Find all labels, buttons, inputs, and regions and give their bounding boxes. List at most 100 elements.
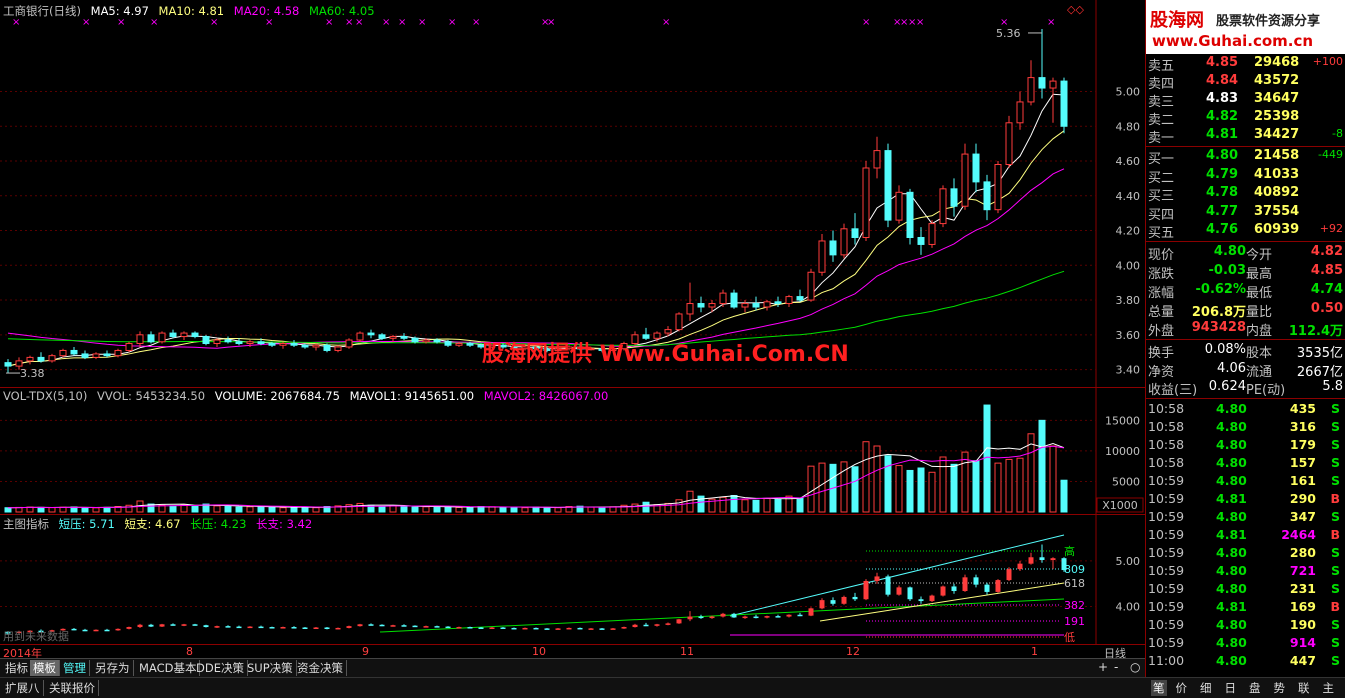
- volume-bar: [961, 451, 969, 513]
- candle: [1060, 80, 1068, 127]
- tab-related-quote[interactable]: 关联报价: [46, 680, 99, 696]
- vol-tick-label: 15000: [1105, 414, 1140, 427]
- candle: [147, 334, 155, 343]
- tick-row: 10:58 4.80 157 S: [1146, 455, 1345, 473]
- signal-marker: ×: [12, 17, 20, 28]
- signal-marker: ×: [1047, 17, 1055, 28]
- tick-row: 10:58 4.80 435 S: [1146, 401, 1345, 419]
- candle: [697, 303, 705, 308]
- tab-template[interactable]: 模板: [30, 660, 60, 676]
- tick-side: S: [1330, 473, 1340, 488]
- month-label: 9: [362, 645, 369, 658]
- fib-level-label: 191: [1064, 615, 1085, 628]
- month-label: 12: [846, 645, 860, 658]
- tick-volume: 447: [1289, 653, 1316, 668]
- date-axis: 2014年 8 9 10 11 12 1 日线: [0, 644, 1145, 660]
- right-tab[interactable]: 联: [1298, 680, 1310, 696]
- ind-candle: [478, 627, 484, 629]
- candle: [686, 303, 694, 315]
- month-label: 1: [1031, 645, 1038, 658]
- candle: [1027, 77, 1035, 103]
- volume-bar: [554, 507, 562, 513]
- buy-volume: 40892: [1254, 185, 1300, 200]
- volume-bar: [598, 507, 606, 513]
- ind-candle: [148, 624, 154, 627]
- ind-candle: [544, 628, 550, 630]
- tab-indicator[interactable]: 指标: [2, 660, 32, 676]
- fund-label: 收益(三): [1148, 383, 1198, 398]
- stat-label: 现价: [1148, 248, 1175, 263]
- right-tab[interactable]: 价: [1176, 680, 1188, 696]
- indicator-pane[interactable]: 主图指标 短压: 5.71 短支: 4.67 长压: 4.23 长支: 3.42…: [0, 514, 1145, 645]
- buy-row[interactable]: 买五 4.76 60939 +92: [1146, 222, 1345, 241]
- tick-row: 10:59 4.81 290 B: [1146, 491, 1345, 509]
- tick-volume: 280: [1289, 545, 1316, 560]
- tick-volume: 190: [1289, 617, 1316, 632]
- tick-row: 10:59 4.80 161 S: [1146, 473, 1345, 491]
- reset-button[interactable]: ○: [1130, 660, 1140, 674]
- y-tick-label: 3.60: [1116, 329, 1141, 342]
- volume-bar: [213, 505, 221, 513]
- candle: [37, 356, 45, 362]
- right-tab[interactable]: 细: [1200, 680, 1212, 696]
- tab-fund[interactable]: 资金决策: [294, 660, 347, 676]
- right-tab[interactable]: 势: [1274, 680, 1286, 696]
- right-tab[interactable]: 日: [1225, 680, 1237, 696]
- sell-row[interactable]: 卖五 4.85 29468 +100: [1146, 55, 1345, 74]
- candle: [1038, 77, 1046, 89]
- candle: [411, 337, 419, 343]
- tab-macd-basic[interactable]: MACD基本: [136, 660, 201, 676]
- zoom-in-button[interactable]: +: [1098, 660, 1108, 674]
- fund-row: 收益(三) 0.624 PE(动) 5.8: [1146, 379, 1345, 398]
- sell-volume: 34427: [1254, 127, 1300, 142]
- ind-candle: [742, 616, 748, 619]
- y-tick-label: 3.80: [1116, 294, 1141, 307]
- ind-candle: [962, 577, 968, 592]
- candle: [455, 343, 463, 346]
- sell-row[interactable]: 卖一 4.81 34427 -8: [1146, 127, 1345, 146]
- indicator-tabs: 指标 模板 管理 另存为 MACD基本 DDE决策 SUP决策 资金决策 + -…: [0, 658, 1145, 677]
- zoom-out-button[interactable]: -: [1114, 660, 1118, 674]
- tab-sup[interactable]: SUP决策: [244, 660, 297, 676]
- sell-row[interactable]: 卖三 4.83 34647: [1146, 91, 1345, 110]
- tick-side: S: [1330, 545, 1340, 560]
- buy-volume: 21458: [1254, 148, 1300, 163]
- tab-save-as[interactable]: 另存为: [92, 660, 134, 676]
- volume-pane[interactable]: VOL-TDX(5,10) VVOL: 5453234.50 VOLUME: 2…: [0, 387, 1145, 515]
- main-chart-pane[interactable]: 工商银行(日线) MA5: 4.97 MA10: 4.81 MA20: 4.58…: [0, 0, 1145, 387]
- tick-time: 10:59: [1148, 509, 1185, 524]
- candle: [994, 164, 1002, 211]
- tab-dde[interactable]: DDE决策: [193, 660, 248, 676]
- sell-label: 卖五: [1148, 59, 1175, 74]
- buy-row[interactable]: 买二 4.79 41033: [1146, 166, 1345, 186]
- sell-row[interactable]: 卖二 4.82 25398: [1146, 109, 1345, 128]
- volume-bar: [1027, 433, 1035, 513]
- buy-row[interactable]: 买三 4.78 40892: [1146, 185, 1345, 204]
- ind-candle: [819, 600, 825, 609]
- signal-marker: ×: [382, 17, 390, 28]
- tab-manage[interactable]: 管理: [60, 660, 90, 676]
- signal-marker: ×: [345, 17, 353, 28]
- buy-row[interactable]: 买一 4.80 21458 -449: [1146, 148, 1345, 167]
- right-tab[interactable]: 主: [1323, 680, 1335, 696]
- volume-bar: [532, 506, 540, 513]
- volume-bar: [686, 490, 694, 513]
- ind-candle: [753, 616, 759, 619]
- ind-candle: [720, 613, 726, 617]
- tick-side: S: [1330, 563, 1340, 578]
- tab-ext8[interactable]: 扩展八: [2, 680, 44, 696]
- candle: [444, 341, 452, 346]
- volume-bar: [279, 507, 287, 513]
- right-tab[interactable]: 盘: [1249, 680, 1261, 696]
- candle: [851, 228, 859, 238]
- tick-row: 10:59 4.80 280 S: [1146, 545, 1345, 563]
- right-tab[interactable]: 笔: [1151, 680, 1167, 696]
- candle: [15, 360, 23, 367]
- volume-bar: [103, 506, 111, 513]
- sell-row[interactable]: 卖四 4.84 43572: [1146, 73, 1345, 92]
- candle: [312, 344, 320, 348]
- buy-row[interactable]: 买四 4.77 37554: [1146, 204, 1345, 223]
- candle: [950, 188, 958, 207]
- buy-price: 4.79: [1206, 166, 1239, 182]
- candle: [279, 343, 287, 346]
